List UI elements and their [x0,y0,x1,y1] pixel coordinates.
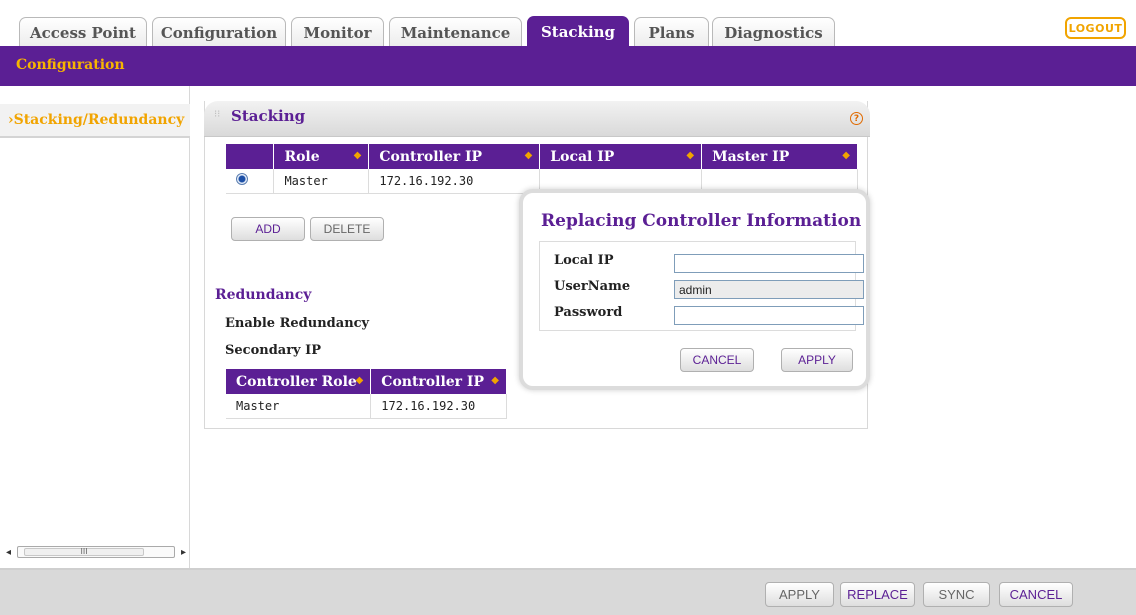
bottom-action-bar: APPLY REPLACE SYNC CANCEL [0,568,1136,615]
replace-controller-dialog: Replacing Controller Information Local I… [519,189,870,390]
local-ip-input[interactable] [674,254,864,273]
dialog-cancel-button[interactable]: CANCEL [680,348,754,372]
logout-button[interactable]: LOGOUT [1065,17,1126,39]
tab-stacking[interactable]: Stacking [527,16,629,47]
tab-monitor[interactable]: Monitor [291,17,384,47]
sort-icon[interactable]: ◆ [686,150,694,161]
stacking-table: Role ◆ Controller IP ◆ Local IP ◆ Master IP… [226,144,858,194]
apply-button[interactable]: APPLY [765,582,834,607]
sort-icon[interactable]: ◆ [842,150,850,161]
horizontal-scrollbar[interactable]: ◂ III ▸ [6,544,186,560]
radio-icon[interactable] [236,173,248,186]
panel-title: Stacking [231,107,306,125]
column-header-master-ip[interactable]: Master IP ◆ [701,144,858,169]
secondary-ip-label: Secondary IP [225,343,321,358]
sort-icon[interactable]: ◆ [356,375,364,386]
sync-button[interactable]: SYNC [923,582,990,607]
tab-configuration[interactable]: Configuration [152,17,286,47]
delete-button[interactable]: DELETE [310,217,384,241]
tab-plans[interactable]: Plans [634,17,709,47]
password-input[interactable] [674,306,864,325]
sub-nav-label[interactable]: Configuration [16,57,125,73]
select-column-header [226,144,275,169]
cell-controller-ip: 172.16.192.30 [370,394,507,419]
sidebar: ›Stacking/Redundancy ◂ III ▸ [0,86,190,568]
table-header-row: Controller Role ◆ Controller IP ◆ [226,369,507,394]
sidebar-item-stacking-redundancy[interactable]: ›Stacking/Redundancy [0,104,190,138]
scroll-right-icon[interactable]: ▸ [181,547,186,558]
tab-maintenance[interactable]: Maintenance [389,17,522,47]
column-header-role[interactable]: Role ◆ [273,144,370,169]
replace-button[interactable]: REPLACE [840,582,915,607]
help-icon[interactable]: ? [850,112,863,125]
username-label: UserName [554,279,631,294]
scroll-thumb[interactable]: III [24,548,145,556]
sort-icon[interactable]: ◆ [525,150,533,161]
scroll-left-icon[interactable]: ◂ [6,547,11,558]
add-button[interactable]: ADD [231,217,305,241]
scroll-track[interactable]: III [17,546,175,558]
tab-access-point[interactable]: Access Point [19,17,147,47]
sub-nav-bar: Configuration [0,46,1136,86]
enable-redundancy-label: Enable Redundancy [225,316,370,331]
sort-icon[interactable]: ◆ [354,150,362,161]
column-header-controller-role[interactable]: Controller Role ◆ [226,369,372,394]
drag-handle-icon: ⁝⁝ [214,109,221,120]
column-header-controller-ip[interactable]: Controller IP ◆ [368,144,541,169]
redundancy-table: Controller Role ◆ Controller IP ◆ Master 1… [226,369,507,419]
column-header-controller-ip[interactable]: Controller IP ◆ [370,369,507,394]
top-nav-bar: Access Point Configuration Monitor Maint… [0,0,1136,47]
column-header-local-ip[interactable]: Local IP ◆ [539,144,703,169]
dialog-apply-button[interactable]: APPLY [781,348,853,372]
cell-controller-role: Master [226,394,372,419]
sort-icon[interactable]: ◆ [491,375,499,386]
tab-diagnostics[interactable]: Diagnostics [712,17,835,47]
cancel-button[interactable]: CANCEL [999,582,1073,607]
cell-controller-ip: 172.16.192.30 [368,169,541,194]
redundancy-title: Redundancy [215,287,312,303]
username-input[interactable] [674,280,864,299]
cell-role: Master [273,169,370,194]
table-header-row: Role ◆ Controller IP ◆ Local IP ◆ Master IP… [226,144,858,169]
dialog-title: Replacing Controller Information [541,211,862,231]
panel-header: ⁝⁝ Stacking ? [204,101,870,137]
table-row[interactable]: Master 172.16.192.30 [226,394,507,419]
password-label: Password [554,305,623,320]
local-ip-label: Local IP [554,253,614,268]
dialog-form: Local IP UserName Password [539,241,864,331]
row-select-radio[interactable] [226,169,275,194]
